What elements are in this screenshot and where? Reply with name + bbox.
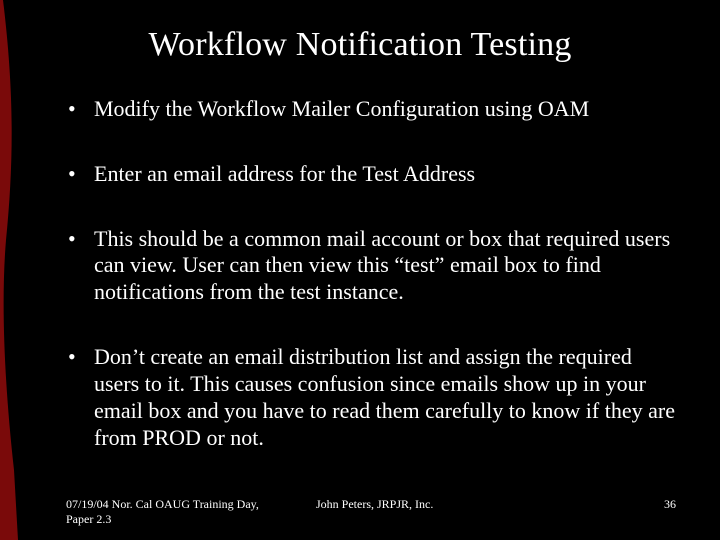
slide-title: Workflow Notification Testing bbox=[0, 26, 720, 64]
bullet-item: Don’t create an email distribution list … bbox=[66, 344, 676, 451]
slide-body: Modify the Workflow Mailer Configuration… bbox=[66, 96, 676, 451]
left-accent-stripe bbox=[0, 0, 18, 540]
footer-page-number: 36 bbox=[636, 497, 676, 512]
bullet-item: Enter an email address for the Test Addr… bbox=[66, 161, 676, 188]
bullet-item: This should be a common mail account or … bbox=[66, 226, 676, 306]
footer-center: John Peters, JRPJR, Inc. bbox=[286, 497, 636, 512]
accent-curve-icon bbox=[0, 0, 18, 540]
footer-left: 07/19/04 Nor. Cal OAUG Training Day, Pap… bbox=[66, 497, 286, 526]
slide: Workflow Notification Testing Modify the… bbox=[0, 0, 720, 540]
bullet-item: Modify the Workflow Mailer Configuration… bbox=[66, 96, 676, 123]
bullet-list: Modify the Workflow Mailer Configuration… bbox=[66, 96, 676, 451]
slide-footer: 07/19/04 Nor. Cal OAUG Training Day, Pap… bbox=[66, 497, 676, 526]
